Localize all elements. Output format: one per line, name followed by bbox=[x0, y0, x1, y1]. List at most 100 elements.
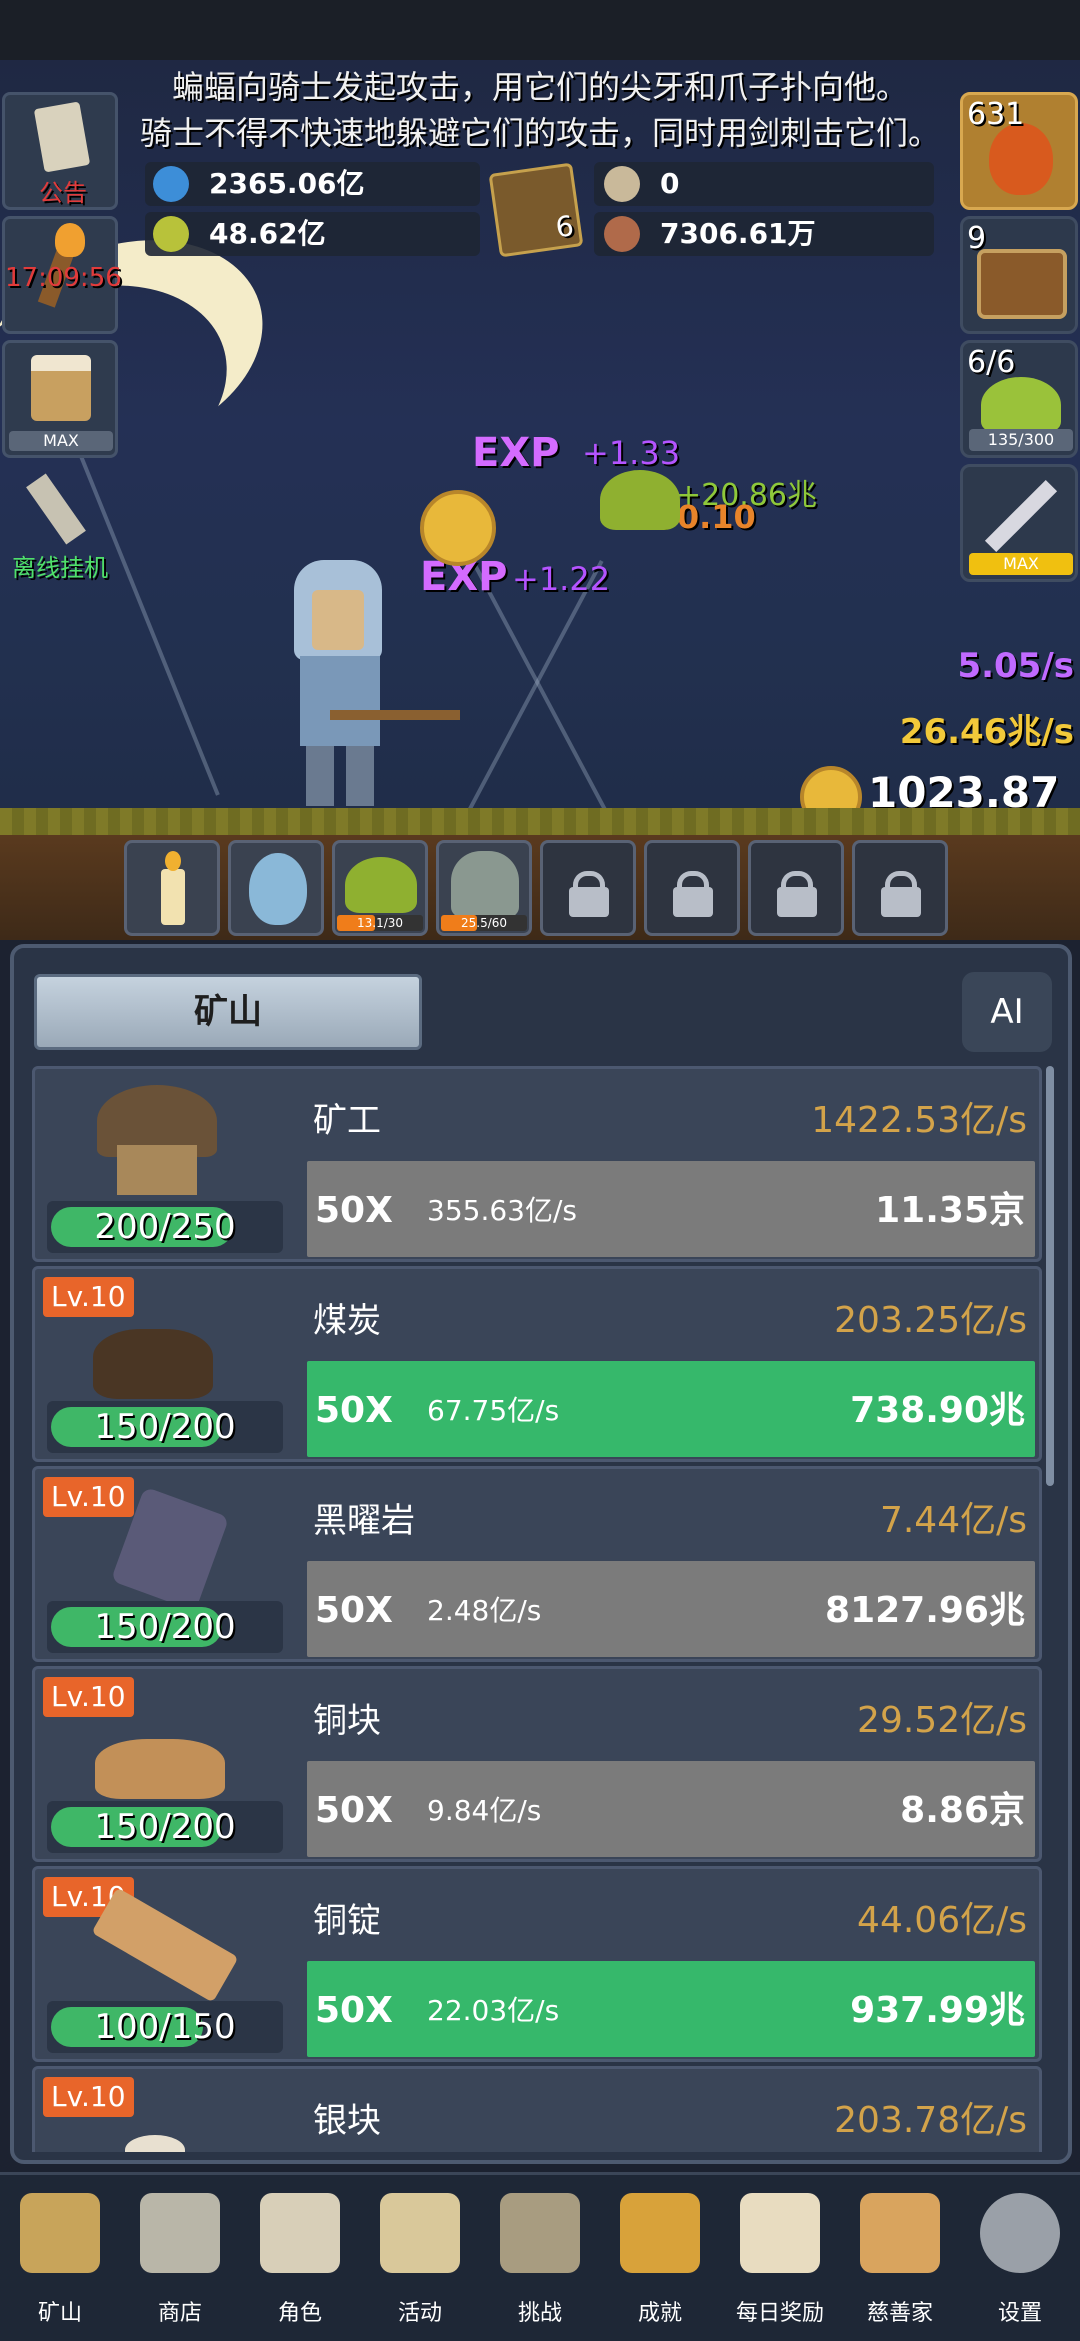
candle-icon bbox=[161, 869, 185, 925]
scrollbar[interactable] bbox=[1046, 1066, 1054, 1486]
nav-item-character[interactable]: 角色 bbox=[240, 2183, 360, 2333]
exp-rate: 5.05/s bbox=[957, 646, 1074, 686]
slime-enemy bbox=[600, 470, 680, 530]
item-name: 铜锭 bbox=[313, 1901, 381, 1941]
list-item-miner: 200/250 矿工 1422.53亿/s 50X 355.63亿/s 11.3… bbox=[32, 1066, 1042, 1262]
nav-item-challenge[interactable]: 挑战 bbox=[480, 2183, 600, 2333]
pet-slot-locked[interactable] bbox=[748, 840, 844, 936]
story-line-2: 骑士不得不快速地躲避它们的攻击，同时用剑刺击它们。 bbox=[139, 114, 940, 152]
pet-slot-slime[interactable]: 13.1/30 bbox=[332, 840, 428, 936]
bottom-nav: 矿山 商店 角色 活动 挑战 成就 每日奖励 慈善家 设置 bbox=[0, 2172, 1080, 2341]
notice-label: 公告 bbox=[39, 179, 87, 207]
nav-label: 慈善家 bbox=[866, 2301, 933, 2326]
level-progress-text: 150/200 bbox=[94, 1407, 236, 1447]
upgrade-multiplier: 50X bbox=[315, 1790, 393, 1831]
potion-button[interactable]: 631 bbox=[960, 92, 1078, 210]
book-icon[interactable]: 6 bbox=[488, 162, 584, 258]
torch-button[interactable]: 17:09:56 bbox=[2, 216, 122, 334]
upgrade-button[interactable]: 50X 2.48亿/s 8127.96兆 bbox=[305, 1559, 1037, 1659]
level-progress: 100/150 bbox=[47, 2001, 283, 2053]
obsidian-icon bbox=[110, 1486, 230, 1612]
upgrade-list: 200/250 矿工 1422.53亿/s 50X 355.63亿/s 11.3… bbox=[32, 1066, 1042, 2152]
upgrade-multiplier: 50X bbox=[315, 1590, 393, 1631]
upgrade-multiplier: 50X bbox=[315, 1390, 393, 1431]
pet-slot-egg[interactable] bbox=[228, 840, 324, 936]
beer-button[interactable]: MAX bbox=[2, 340, 118, 458]
upgrade-button[interactable]: 50X 67.75亿/s 738.90兆 bbox=[305, 1359, 1037, 1459]
battle-scene: 蝙蝠向骑士发起攻击，用它们的尖牙和爪子扑向他。 骑士不得不快速地躲避它们的攻击，… bbox=[0, 0, 1080, 940]
level-progress: 150/200 bbox=[47, 1601, 283, 1653]
key-icon bbox=[620, 2193, 700, 2273]
coal-icon bbox=[93, 1319, 213, 1399]
stone-icon bbox=[140, 2193, 220, 2273]
nav-label: 挑战 bbox=[517, 2301, 562, 2326]
potion-count: 631 bbox=[967, 97, 1025, 132]
list-item-copper-ore: Lv.10 150/200 铜块 29.52亿/s 50X 9.84亿/s 8.… bbox=[32, 1666, 1042, 1862]
coin-drop-icon bbox=[420, 490, 496, 566]
pet-slot-zombie[interactable]: 25.5/60 bbox=[436, 840, 532, 936]
nav-item-mine[interactable]: 矿山 bbox=[0, 2183, 120, 2333]
sword-bar: MAX bbox=[969, 553, 1073, 575]
copper-ore-icon bbox=[95, 1729, 225, 1799]
tab-mine[interactable]: 矿山 bbox=[34, 974, 422, 1050]
pet-slot-candle[interactable] bbox=[124, 840, 220, 936]
candle-flame bbox=[165, 851, 181, 871]
nav-item-shop[interactable]: 商店 bbox=[120, 2183, 240, 2333]
upgrade-cost: 11.35京 bbox=[875, 1190, 1025, 1231]
upgrade-multiplier: 50X bbox=[315, 1990, 393, 2031]
grass-ground bbox=[0, 808, 1080, 838]
pet-slot-locked[interactable] bbox=[852, 840, 948, 936]
level-badge: Lv.10 bbox=[43, 2077, 134, 2117]
nav-item-daily-reward[interactable]: 每日奖励 bbox=[720, 2183, 840, 2333]
slime-button[interactable]: 6/6 135/300 bbox=[960, 340, 1078, 458]
blue-potion-icon bbox=[153, 166, 189, 202]
nav-label: 角色 bbox=[277, 2301, 322, 2326]
offline-button[interactable]: 离线挂机 bbox=[2, 464, 118, 582]
stone-coin-value: 0 bbox=[660, 167, 680, 200]
red-potion-icon bbox=[989, 123, 1053, 195]
nav-label: 矿山 bbox=[37, 2301, 82, 2326]
nav-item-settings[interactable]: 设置 bbox=[960, 2183, 1080, 2333]
lock-body bbox=[569, 887, 609, 917]
egg-icon bbox=[249, 853, 307, 925]
map-icon bbox=[500, 2193, 580, 2273]
lock-body bbox=[881, 887, 921, 917]
nav-label: 设置 bbox=[997, 2301, 1042, 2326]
ai-button[interactable]: AI bbox=[962, 972, 1052, 1052]
level-progress: 150/200 bbox=[47, 1801, 283, 1853]
story-text: 蝙蝠向骑士发起攻击，用它们的尖牙和爪子扑向他。 骑士不得不快速地躲避它们的攻击，… bbox=[0, 64, 1080, 156]
skull-icon bbox=[260, 2193, 340, 2273]
book-count: 6 bbox=[553, 209, 576, 245]
notice-button[interactable]: 公告 bbox=[2, 92, 118, 210]
zombie-pet-icon bbox=[451, 851, 519, 917]
nav-label: 成就 bbox=[637, 2301, 682, 2326]
slime-pet-icon bbox=[345, 857, 417, 913]
upgrade-rate: 355.63亿/s bbox=[427, 1194, 577, 1227]
nav-item-achievements[interactable]: 成就 bbox=[600, 2183, 720, 2333]
upgrade-rate: 67.75亿/s bbox=[427, 1394, 560, 1427]
slime-icon bbox=[981, 377, 1061, 433]
upgrade-button[interactable]: 50X 9.84亿/s 8.86京 bbox=[305, 1759, 1037, 1859]
meat-value: 7306.61万 bbox=[660, 217, 816, 250]
bread-icon bbox=[860, 2193, 940, 2273]
slime-count: 6/6 bbox=[967, 345, 1016, 380]
upgrade-rate: 2.48亿/s bbox=[427, 1594, 542, 1627]
beer-icon bbox=[31, 355, 91, 421]
upgrade-cost: 937.99兆 bbox=[850, 1990, 1025, 2031]
upgrade-button[interactable]: 50X 355.63亿/s 11.35京 bbox=[305, 1159, 1037, 1259]
copper-ingot-icon bbox=[85, 1887, 239, 2003]
level-progress: 150/200 bbox=[47, 1401, 283, 1453]
nav-item-philanthropist[interactable]: 慈善家 bbox=[840, 2183, 960, 2333]
miner-icon bbox=[87, 1085, 227, 1195]
item-name: 银块 bbox=[313, 2101, 381, 2141]
green-potion-icon bbox=[153, 216, 189, 252]
chest-button[interactable]: 9 bbox=[960, 216, 1078, 334]
nav-item-events[interactable]: 活动 bbox=[360, 2183, 480, 2333]
mine-panel: 矿山 AI 200/250 矿工 1422.53亿/s 50X 355.63亿/… bbox=[10, 944, 1072, 2164]
pet-slot-locked[interactable] bbox=[644, 840, 740, 936]
pet-slot-locked[interactable] bbox=[540, 840, 636, 936]
beer-bar: MAX bbox=[9, 431, 113, 451]
upgrade-button[interactable]: 50X 22.03亿/s 937.99兆 bbox=[305, 1959, 1037, 2059]
item-name: 铜块 bbox=[313, 1701, 381, 1741]
sword-button[interactable]: MAX bbox=[960, 464, 1078, 582]
